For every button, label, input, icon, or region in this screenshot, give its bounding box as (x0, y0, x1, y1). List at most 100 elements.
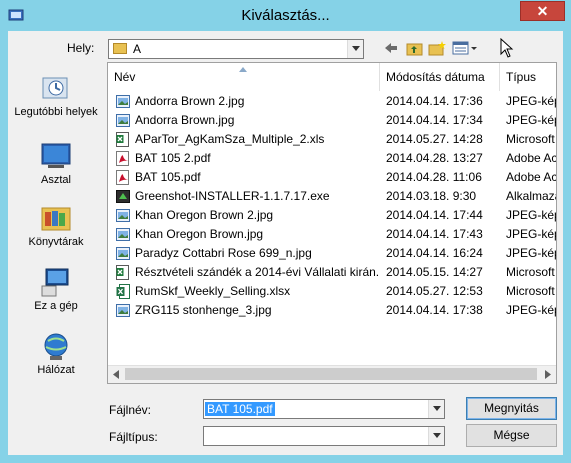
file-type: JPEG-kép (506, 94, 557, 108)
file-modified: 2014.04.14. 17:34 (386, 113, 483, 127)
file-row[interactable]: AParTor_AgKamSza_Multiple_2.xls 2014.05.2… (108, 130, 556, 149)
file-row[interactable]: BAT 105.pdf 2014.04.28. 11:06 Adobe Ac (108, 168, 557, 187)
file-name: AParTor_AgKamSza_Multiple_2.xls (135, 132, 325, 146)
scroll-left-icon[interactable] (112, 370, 120, 379)
file-modified: 2014.05.27. 12:53 (386, 284, 483, 298)
xls-file-icon (116, 265, 129, 280)
sort-ascending-icon (239, 67, 247, 72)
up-folder-icon[interactable] (406, 40, 424, 56)
filename-label: Fájlnév: (109, 403, 152, 417)
place-network[interactable]: Hálózat (8, 330, 104, 376)
place-label: Könyvtárak (28, 236, 84, 248)
place-label: Asztal (41, 174, 71, 186)
file-name: Khan Oregon Brown 2.jpg (135, 208, 274, 222)
file-modified: 2014.05.27. 14:28 (386, 132, 483, 146)
file-type: JPEG-kép (506, 227, 557, 241)
libraries-icon (41, 207, 71, 231)
scrollbar-thumb[interactable] (125, 368, 537, 380)
horizontal-scrollbar[interactable] (108, 365, 556, 383)
file-name: RumSkf_Weekly_Selling.xlsx (135, 284, 291, 298)
view-menu-icon[interactable] (452, 40, 478, 56)
network-icon (44, 333, 68, 360)
pdf-file-icon (116, 170, 129, 185)
xls-file-icon (116, 132, 129, 147)
desktop-icon (41, 143, 71, 168)
title-bar[interactable]: Kiválasztás... ✕ (0, 0, 571, 32)
filename-combo[interactable]: BAT 105.pdf (203, 399, 445, 419)
file-modified: 2014.04.28. 13:27 (386, 151, 483, 165)
close-button[interactable]: ✕ (520, 1, 565, 21)
file-row[interactable]: Khan Oregon Brown 2.jpg 2014.04.14. 17:44… (108, 206, 556, 225)
new-folder-icon[interactable] (428, 40, 446, 56)
file-modified: 2014.04.28. 11:06 (386, 170, 482, 184)
scroll-right-icon[interactable] (544, 370, 552, 379)
file-name: Résztvételi szándék a 2014-évi Vállalati… (135, 265, 378, 279)
location-label: Hely: (67, 41, 95, 55)
place-label: Legutóbbi helyek (14, 106, 98, 118)
recent-places-icon (42, 77, 68, 99)
file-name: ZRG115 stonhenge_3.jpg (135, 303, 272, 317)
chevron-down-icon[interactable] (347, 40, 363, 58)
place-libraries[interactable]: Könyvtárak (8, 202, 104, 248)
file-row[interactable]: Khan Oregon Brown.jpg 2014.04.14. 17:43 JP… (108, 225, 557, 244)
place-computer[interactable]: Ez a gép (8, 266, 104, 312)
file-name: Andorra Brown.jpg (135, 113, 235, 127)
place-recent[interactable]: Legutóbbi helyek (8, 72, 104, 118)
cancel-button[interactable]: Mégse (466, 424, 557, 447)
column-header-modified[interactable]: Módosítás dátuma (380, 63, 500, 91)
file-row[interactable]: Andorra Brown.jpg 2014.04.14. 17:34 JPEG-k… (108, 111, 557, 130)
file-name: Khan Oregon Brown.jpg (135, 227, 264, 241)
file-name: Paradyz Cottabri Rose 699_n.jpg (135, 246, 312, 260)
jpg-file-icon (116, 114, 130, 127)
file-modified: 2014.04.14. 17:43 (386, 227, 483, 241)
place-desktop[interactable]: Asztal (8, 140, 104, 186)
pdf-file-icon (116, 151, 129, 166)
file-modified: 2014.04.14. 17:44 (386, 208, 483, 222)
file-modified: 2014.04.14. 17:38 (386, 303, 483, 317)
file-type: Adobe Ac (506, 170, 557, 184)
filetype-combo[interactable] (203, 426, 445, 446)
window-title: Kiválasztás... (241, 7, 330, 24)
exe-file-icon (116, 190, 130, 203)
file-name: Greenshot-INSTALLER-1.1.7.17.exe (135, 189, 330, 203)
file-row[interactable]: ZRG115 stonhenge_3.jpg 2014.04.14. 17:38 J… (108, 301, 557, 320)
filetype-label: Fájltípus: (109, 430, 158, 444)
folder-icon (113, 43, 127, 54)
jpg-file-icon (116, 304, 130, 317)
file-type: JPEG-kép (506, 303, 557, 317)
file-modified: 2014.04.14. 17:36 (386, 94, 483, 108)
column-header-type[interactable]: Típus (500, 63, 556, 91)
back-icon[interactable] (383, 40, 399, 56)
jpg-file-icon (116, 209, 130, 222)
filename-input[interactable]: BAT 105.pdf (205, 402, 275, 416)
file-name: BAT 105 2.pdf (135, 151, 211, 165)
file-name: Andorra Brown 2.jpg (135, 94, 245, 108)
file-list[interactable]: Név Módosítás dátuma Típus Andorra Brown… (107, 62, 557, 384)
jpg-file-icon (116, 247, 130, 260)
file-row[interactable]: RumSkf_Weekly_Selling.xlsx 2014.05.27. 12… (108, 282, 556, 301)
file-name: BAT 105.pdf (135, 170, 201, 184)
file-type: Microsoft (506, 132, 555, 146)
file-type: JPEG-kép (506, 113, 557, 127)
places-bar: Legutóbbi helyek Asztal Könyvtárak Ez a … (8, 62, 104, 392)
file-type: Microsoft (506, 265, 555, 279)
file-row[interactable]: Andorra Brown 2.jpg 2014.04.14. 17:36 JPEG… (108, 92, 557, 111)
file-modified: 2014.04.14. 16:24 (386, 246, 483, 260)
place-label: Hálózat (37, 364, 75, 376)
computer-icon (41, 268, 69, 297)
file-row[interactable]: BAT 105 2.pdf 2014.04.28. 13:27 Adobe Ac (108, 149, 557, 168)
file-type: Microsoft (506, 284, 555, 298)
file-type: Adobe Ac (506, 151, 557, 165)
chevron-down-icon[interactable] (428, 427, 444, 445)
chevron-down-icon[interactable] (428, 400, 444, 418)
file-row[interactable]: Paradyz Cottabri Rose 699_n.jpg 2014.04.1… (108, 244, 557, 263)
file-row[interactable]: Résztvételi szándék a 2014-évi Vállalati… (108, 263, 556, 282)
file-type: JPEG-kép (506, 246, 557, 260)
mouse-cursor-icon (500, 38, 514, 58)
dialog-window: Kiválasztás... ✕ Hely: A Legutóbbi helye… (0, 0, 571, 463)
file-type: Alkalmazá (506, 189, 557, 203)
location-value: A (133, 42, 142, 56)
open-button[interactable]: Megnyitás (466, 397, 557, 420)
location-combo[interactable]: A (108, 39, 364, 59)
file-row[interactable]: Greenshot-INSTALLER-1.1.7.17.exe 2014.03.… (108, 187, 557, 206)
